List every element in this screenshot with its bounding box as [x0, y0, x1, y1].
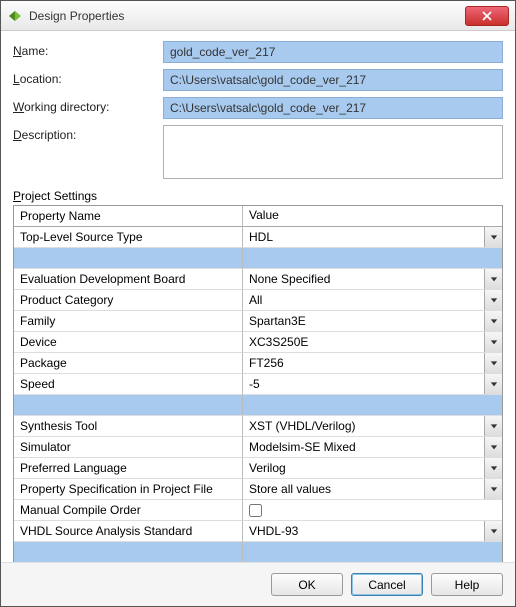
property-cell: Preferred Language — [14, 458, 243, 479]
table-row: SimulatorModelsim-SE Mixed — [14, 437, 502, 458]
dropdown-icon[interactable] — [484, 353, 502, 373]
value-cell[interactable]: XST (VHDL/Verilog) — [243, 416, 502, 437]
property-cell: Product Category — [14, 290, 243, 311]
property-cell — [14, 248, 243, 269]
settings-table: Property Name Value Top-Level Source Typ… — [13, 205, 503, 562]
workdir-field: C:\Users\vatsalc\gold_code_ver_217 — [163, 97, 503, 119]
value-cell — [243, 395, 502, 416]
workdir-label: Working directory: — [13, 97, 163, 114]
separator-row — [14, 395, 502, 416]
dropdown-icon[interactable] — [484, 521, 502, 541]
table-row: FamilySpartan3E — [14, 311, 502, 332]
table-row: Evaluation Development BoardNone Specifi… — [14, 269, 502, 290]
header-property: Property Name — [14, 206, 243, 227]
value-cell[interactable]: Modelsim-SE Mixed — [243, 437, 502, 458]
property-cell: Property Specification in Project File — [14, 479, 243, 500]
value-cell — [243, 542, 502, 562]
dropdown-icon[interactable] — [484, 311, 502, 331]
table-row: Top-Level Source TypeHDL — [14, 227, 502, 248]
property-cell: Manual Compile Order — [14, 500, 243, 521]
table-row: PackageFT256 — [14, 353, 502, 374]
dropdown-icon[interactable] — [484, 374, 502, 394]
property-cell: Speed — [14, 374, 243, 395]
table-header: Property Name Value — [14, 206, 502, 227]
table-row: Speed-5 — [14, 374, 502, 395]
value-text: All — [243, 290, 484, 310]
property-cell: Evaluation Development Board — [14, 269, 243, 290]
location-label: Location: — [13, 69, 163, 86]
value-text: XST (VHDL/Verilog) — [243, 416, 484, 436]
header-value: Value — [243, 206, 502, 227]
dropdown-icon[interactable] — [484, 269, 502, 289]
table-row: Preferred LanguageVerilog — [14, 458, 502, 479]
value-text: VHDL-93 — [243, 521, 484, 541]
property-cell: Synthesis Tool — [14, 416, 243, 437]
dropdown-icon[interactable] — [484, 479, 502, 499]
location-field: C:\Users\vatsalc\gold_code_ver_217 — [163, 69, 503, 91]
value-cell[interactable]: HDL — [243, 227, 502, 248]
value-cell[interactable]: FT256 — [243, 353, 502, 374]
separator-row — [14, 542, 502, 562]
property-cell — [14, 542, 243, 562]
dropdown-icon[interactable] — [484, 227, 502, 247]
table-row: VHDL Source Analysis StandardVHDL-93 — [14, 521, 502, 542]
value-cell — [243, 248, 502, 269]
value-cell[interactable] — [243, 500, 502, 521]
table-row: Product CategoryAll — [14, 290, 502, 311]
value-cell[interactable]: Spartan3E — [243, 311, 502, 332]
dropdown-icon[interactable] — [484, 458, 502, 478]
dialog-buttons: OK Cancel Help — [1, 562, 515, 606]
property-cell: Family — [14, 311, 243, 332]
value-text: FT256 — [243, 353, 484, 373]
table-row: Synthesis ToolXST (VHDL/Verilog) — [14, 416, 502, 437]
property-cell: Package — [14, 353, 243, 374]
ok-button[interactable]: OK — [271, 573, 343, 596]
window-title: Design Properties — [29, 9, 465, 23]
value-text: None Specified — [243, 269, 484, 289]
value-cell[interactable]: None Specified — [243, 269, 502, 290]
close-button[interactable] — [465, 6, 509, 26]
property-cell: Simulator — [14, 437, 243, 458]
description-label: Description: — [13, 125, 163, 142]
value-text: -5 — [243, 374, 484, 394]
property-cell: Top-Level Source Type — [14, 227, 243, 248]
help-button[interactable]: Help — [431, 573, 503, 596]
project-settings-label: Project Settings — [13, 189, 503, 203]
value-text: Modelsim-SE Mixed — [243, 437, 484, 457]
value-cell[interactable]: VHDL-93 — [243, 521, 502, 542]
value-cell[interactable]: XC3S250E — [243, 332, 502, 353]
description-field[interactable] — [163, 125, 503, 179]
value-cell[interactable]: Verilog — [243, 458, 502, 479]
value-text: XC3S250E — [243, 332, 484, 352]
table-row: Manual Compile Order — [14, 500, 502, 521]
cancel-button[interactable]: Cancel — [351, 573, 423, 596]
title-bar: Design Properties — [1, 1, 515, 31]
table-row: Property Specification in Project FileSt… — [14, 479, 502, 500]
value-cell[interactable]: All — [243, 290, 502, 311]
value-cell[interactable]: Store all values — [243, 479, 502, 500]
separator-row — [14, 248, 502, 269]
dropdown-icon[interactable] — [484, 332, 502, 352]
property-cell: Device — [14, 332, 243, 353]
table-row: DeviceXC3S250E — [14, 332, 502, 353]
name-field: gold_code_ver_217 — [163, 41, 503, 63]
value-text: Spartan3E — [243, 311, 484, 331]
property-cell — [14, 395, 243, 416]
property-cell: VHDL Source Analysis Standard — [14, 521, 243, 542]
value-text: Verilog — [243, 458, 484, 478]
app-icon — [7, 8, 23, 24]
value-text: HDL — [243, 227, 484, 247]
dropdown-icon[interactable] — [484, 416, 502, 436]
name-label: Name: — [13, 41, 163, 58]
checkbox[interactable] — [249, 504, 262, 517]
dropdown-icon[interactable] — [484, 437, 502, 457]
dropdown-icon[interactable] — [484, 290, 502, 310]
value-text: Store all values — [243, 479, 484, 499]
value-cell[interactable]: -5 — [243, 374, 502, 395]
